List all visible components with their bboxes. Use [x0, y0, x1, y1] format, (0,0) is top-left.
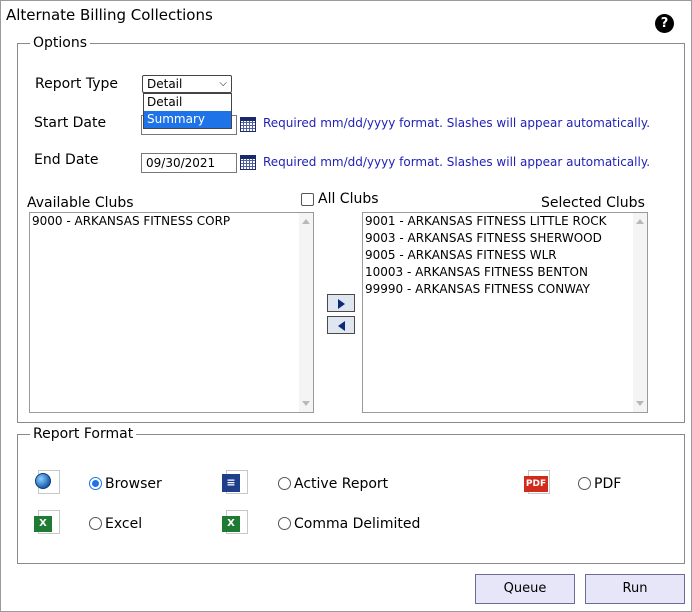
start-date-hint: Required mm/dd/yyyy format. Slashes will… — [263, 116, 651, 130]
csv-icon: X — [222, 508, 250, 536]
report-format-legend: Report Format — [33, 426, 134, 442]
excel-icon: X — [34, 508, 62, 536]
available-clubs-list[interactable]: 9000 - ARKANSAS FITNESS CORP — [29, 212, 314, 413]
selected-clubs-list[interactable]: 9001 - ARKANSAS FITNESS LITTLE ROCK 9003… — [362, 212, 648, 413]
remove-club-button[interactable] — [327, 316, 355, 334]
csv-badge: X — [222, 516, 240, 532]
active-report-radio[interactable] — [278, 477, 291, 490]
scrollbar[interactable] — [299, 213, 313, 412]
start-date-calendar-icon[interactable] — [240, 117, 256, 132]
browser-radio[interactable] — [89, 477, 102, 490]
all-clubs-label: All Clubs — [318, 191, 379, 207]
report-type-option-summary[interactable]: Summary — [144, 111, 231, 128]
arrow-left-icon — [338, 321, 345, 331]
pdf-label: PDF — [594, 476, 622, 492]
chevron-down-icon: ⌵ — [219, 78, 227, 89]
list-item[interactable]: 9000 - ARKANSAS FITNESS CORP — [30, 213, 313, 230]
list-item[interactable]: 99990 - ARKANSAS FITNESS CONWAY — [363, 281, 647, 298]
scroll-down-icon[interactable] — [636, 401, 644, 406]
selected-clubs-label: Selected Clubs — [541, 195, 645, 211]
pdf-badge: PDF — [524, 476, 548, 492]
all-clubs-checkbox[interactable] — [301, 193, 314, 206]
report-type-select[interactable]: Detail ⌵ — [142, 75, 232, 93]
comma-delimited-radio[interactable] — [278, 517, 291, 530]
end-date-calendar-icon[interactable] — [240, 155, 256, 170]
end-date-input[interactable]: 09/30/2021 — [141, 153, 237, 173]
scroll-down-icon[interactable] — [302, 401, 310, 406]
report-type-selected: Detail — [147, 77, 183, 91]
browser-label: Browser — [105, 476, 162, 492]
active-report-badge: ≡ — [222, 474, 240, 492]
end-date-label: End Date — [34, 152, 99, 168]
queue-button[interactable]: Queue — [475, 574, 575, 604]
list-item[interactable]: 9001 - ARKANSAS FITNESS LITTLE ROCK — [363, 213, 647, 230]
scroll-up-icon[interactable] — [636, 219, 644, 224]
pdf-radio[interactable] — [578, 477, 591, 490]
excel-label: Excel — [105, 516, 143, 532]
pdf-icon: PDF — [524, 468, 552, 496]
list-item[interactable]: 9003 - ARKANSAS FITNESS SHERWOOD — [363, 230, 647, 247]
excel-badge: X — [34, 516, 52, 532]
active-report-icon: ≡ — [222, 468, 250, 496]
start-date-label: Start Date — [34, 115, 107, 131]
comma-delimited-label: Comma Delimited — [294, 516, 421, 532]
scrollbar[interactable] — [633, 213, 647, 412]
scroll-up-icon[interactable] — [302, 219, 310, 224]
globe-icon — [34, 468, 62, 496]
list-item[interactable]: 10003 - ARKANSAS FITNESS BENTON — [363, 264, 647, 281]
page-title: Alternate Billing Collections — [6, 6, 213, 24]
report-type-dropdown: Detail Summary — [143, 93, 232, 129]
available-clubs-label: Available Clubs — [27, 195, 134, 211]
active-report-label: Active Report — [294, 476, 389, 492]
end-date-hint: Required mm/dd/yyyy format. Slashes will… — [263, 155, 651, 169]
list-item[interactable]: 9005 - ARKANSAS FITNESS WLR — [363, 247, 647, 264]
report-type-label: Report Type — [35, 76, 119, 92]
arrow-right-icon — [338, 299, 345, 309]
add-club-button[interactable] — [327, 294, 355, 312]
report-format-group: Report Format — [17, 426, 685, 564]
help-icon[interactable]: ? — [655, 14, 674, 33]
globe-shape — [35, 473, 51, 489]
options-legend: Options — [33, 35, 88, 51]
excel-radio[interactable] — [89, 517, 102, 530]
report-type-option-detail[interactable]: Detail — [144, 94, 231, 111]
run-button[interactable]: Run — [585, 574, 685, 604]
